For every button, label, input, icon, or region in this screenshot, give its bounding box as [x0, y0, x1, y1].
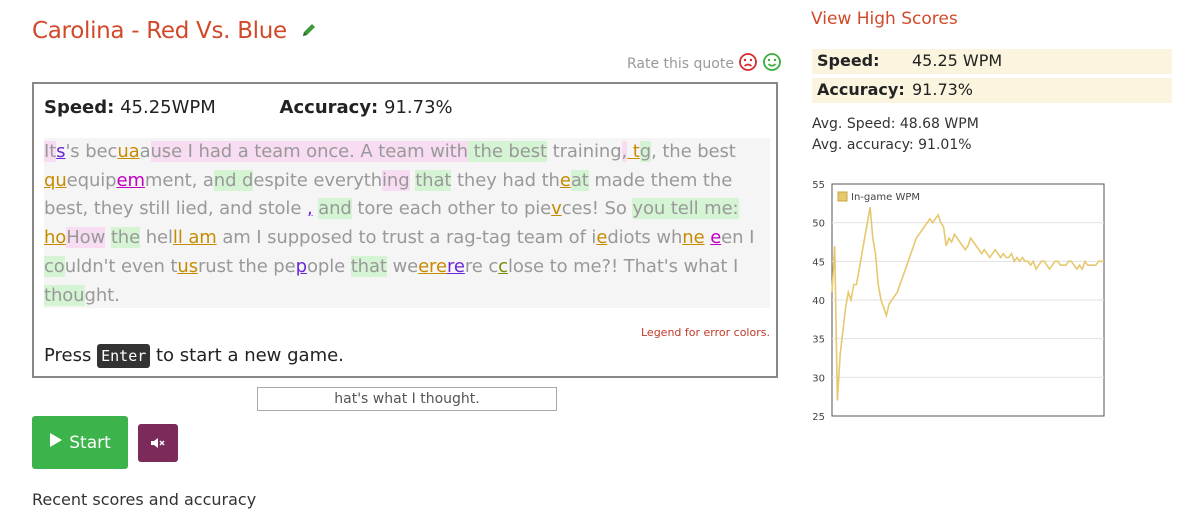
press-after: to start a new game.: [156, 345, 344, 366]
mute-button[interactable]: [138, 424, 178, 462]
chart-ytick-label: 40: [812, 296, 825, 307]
accuracy-value: 91.73%: [384, 97, 453, 118]
play-icon: [49, 432, 63, 453]
avg-accuracy: Avg. accuracy: 91.01%: [812, 137, 972, 153]
accuracy-label: Accuracy:: [279, 97, 379, 118]
quote-passage: Its's becuaause I had a team once. A tea…: [44, 138, 770, 308]
smile-icon[interactable]: [762, 52, 782, 76]
wpm-chart-svg: 25 30 35 40 45 50 55 In-game WPM: [812, 180, 1105, 423]
quote-title-row: Carolina - Red Vs. Blue: [32, 18, 318, 45]
sidebar-accuracy: Accuracy: 91.73%: [812, 78, 1172, 103]
passage-line-6: thought.: [44, 284, 120, 306]
view-high-scores-link[interactable]: View High Scores: [811, 9, 958, 29]
chart-ytick-label: 50: [812, 219, 825, 230]
sidebar-speed: Speed: 45.25 WPM: [812, 49, 1172, 74]
passage-line-5: couldn't even tusrust the pepople that w…: [44, 255, 739, 277]
speaker-mute-icon: [150, 434, 166, 453]
game-stats: Speed: 45.25WPM Accuracy: 91.73%: [44, 97, 453, 118]
passage-line-4: hoHow the helll am am I supposed to trus…: [44, 227, 755, 249]
rate-quote: Rate this quote: [627, 52, 782, 76]
pencil-icon[interactable]: [300, 19, 318, 45]
passage-line-1: Its's becuaause I had a team once. A tea…: [44, 141, 736, 162]
chart-ytick-label: 25: [812, 412, 825, 422]
sidebar-speed-label: Speed:: [817, 51, 880, 70]
press-enter-hint: Press Enter to start a new game.: [44, 344, 344, 368]
chart-ytick-label: 30: [812, 373, 825, 384]
error-legend-link[interactable]: Legend for error colors.: [641, 326, 770, 339]
typing-input[interactable]: hat's what I thought.: [257, 387, 557, 411]
chart-ytick-label: 55: [812, 180, 825, 191]
sidebar-speed-value: 45.25 WPM: [912, 51, 1003, 70]
start-button[interactable]: Start: [32, 416, 128, 469]
avg-speed: Avg. Speed: 48.68 WPM: [812, 116, 979, 132]
sidebar-accuracy-label: Accuracy:: [817, 80, 905, 99]
legend-label: In-game WPM: [851, 192, 920, 203]
enter-key: Enter: [97, 344, 151, 368]
legend-swatch: [837, 191, 848, 202]
speed-label: Speed:: [44, 97, 115, 118]
chart-ytick-label: 45: [812, 257, 825, 268]
rate-label: Rate this quote: [627, 56, 734, 72]
wpm-chart: 25 30 35 40 45 50 55 In-game WPM: [806, 176, 1110, 423]
start-label: Start: [69, 432, 111, 453]
speed-value: 45.25WPM: [120, 97, 216, 118]
passage-line-3: best, they still lied, and stole , and t…: [44, 198, 739, 220]
passage-line-2: quequipemment, and despite everything th…: [44, 169, 733, 191]
frown-icon[interactable]: [738, 52, 758, 76]
sidebar-accuracy-value: 91.73%: [912, 80, 974, 99]
recent-scores-heading: Recent scores and accuracy: [32, 490, 257, 509]
press-before: Press: [44, 345, 92, 366]
quote-title: Carolina - Red Vs. Blue: [32, 18, 287, 44]
chart-ytick-label: 35: [812, 335, 825, 346]
